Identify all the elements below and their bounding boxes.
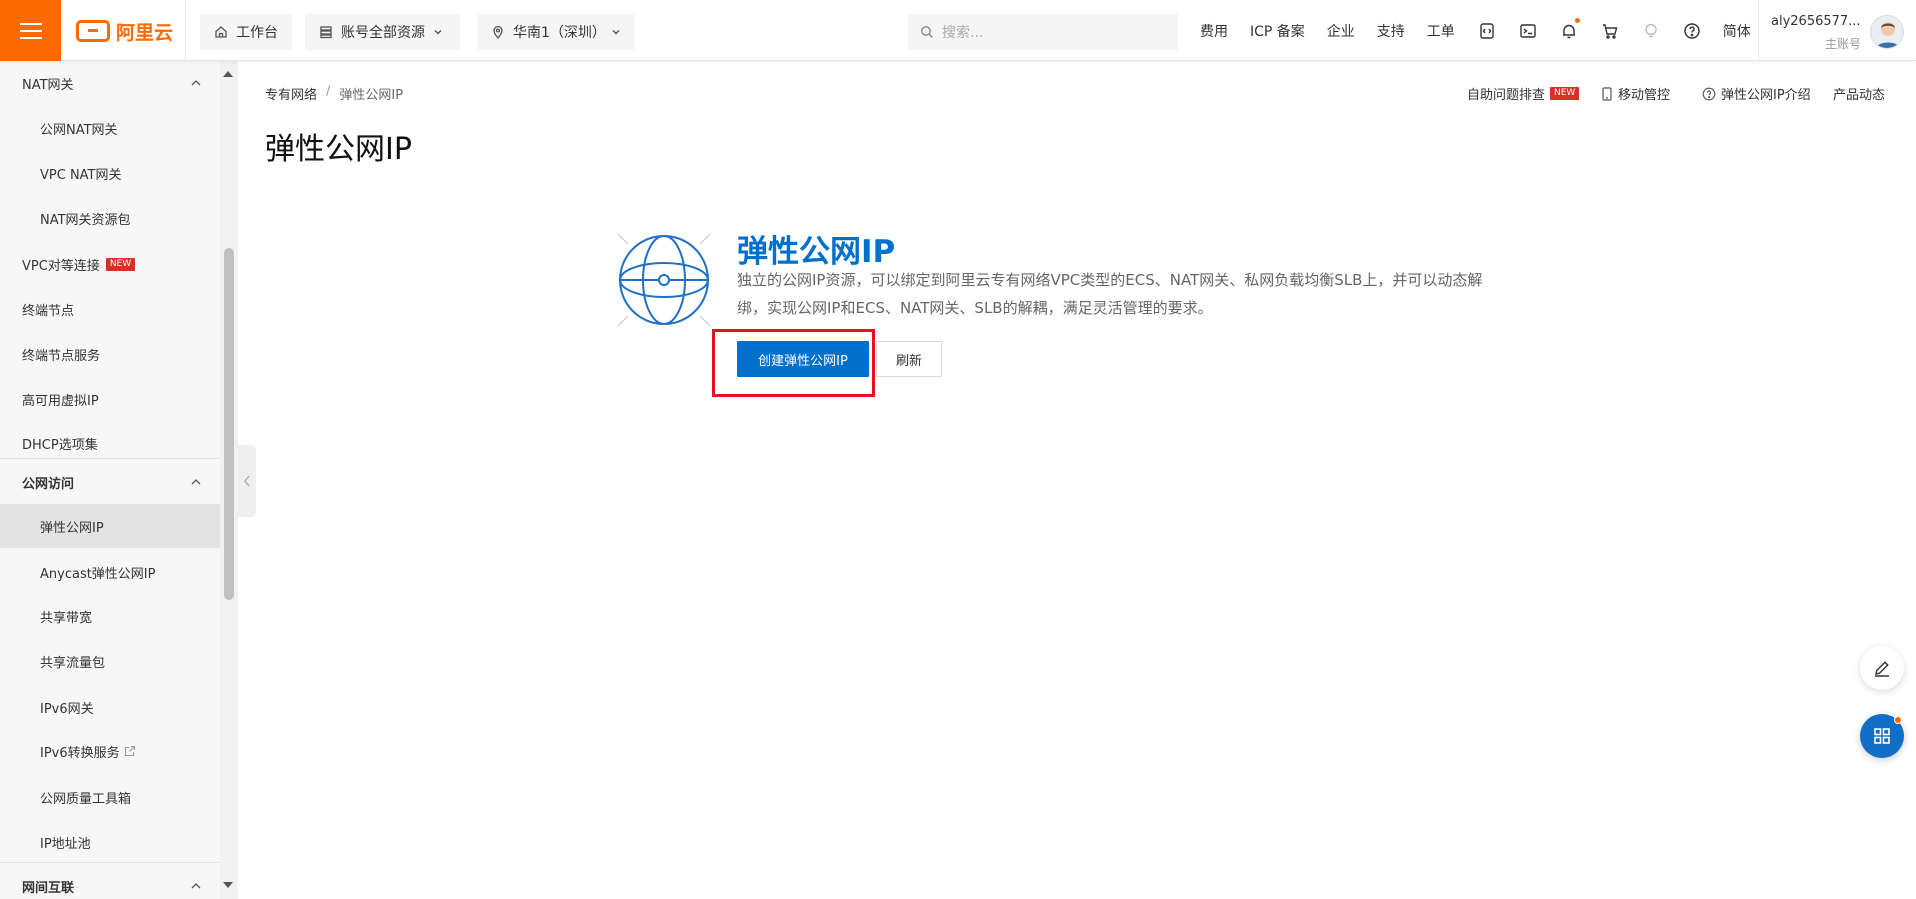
sidebar-item-data-transfer-plan[interactable]: 共享流量包 (0, 639, 220, 683)
eip-intro-link[interactable]: 弹性公网IP介绍 (1702, 84, 1811, 103)
header-nav: 费用 ICP 备案 企业 支持 工单 简体 (1200, 0, 1751, 61)
scroll-down-arrow-icon[interactable] (222, 880, 234, 890)
pencil-icon (1875, 661, 1889, 677)
scroll-up-arrow-icon[interactable] (222, 69, 234, 79)
hero-description: 独立的公网IP资源，可以绑定到阿里云专有网络VPC类型的ECS、NAT网关、私网… (737, 271, 1483, 317)
chevron-left-icon (244, 475, 250, 487)
stack-icon (320, 26, 332, 39)
new-badge: NEW (105, 257, 136, 271)
help-icon[interactable] (1682, 21, 1702, 41)
new-badge: NEW (1550, 87, 1580, 100)
product-news-link[interactable]: 产品动态 (1833, 84, 1885, 103)
page-title: 弹性公网IP (265, 132, 412, 167)
logo-icon (76, 20, 110, 42)
sidebar-scrollbar-thumb[interactable] (224, 248, 234, 600)
sidebar-group-interconnect[interactable]: 网间互联 (0, 864, 220, 899)
workbench-button[interactable]: 工作台 (200, 14, 292, 50)
sidebar-item-vpc-peering[interactable]: VPC对等连接 NEW (0, 242, 220, 286)
breadcrumb-parent[interactable]: 专有网络 (265, 84, 317, 103)
search-input[interactable]: 搜索... (908, 14, 1178, 50)
sidebar-item-endpoint[interactable]: 终端节点 (0, 287, 220, 331)
aliyun-logo[interactable]: 阿里云 (76, 18, 173, 44)
sidebar-group-public-access[interactable]: 公网访问 (0, 460, 220, 504)
chevron-down-icon (434, 30, 442, 35)
breadcrumb-separator: / (326, 84, 331, 99)
sidebar-item-public-nat[interactable]: 公网NAT网关 (0, 106, 220, 150)
nav-link-ticket[interactable]: 工单 (1427, 21, 1455, 41)
sidebar-item-shared-bandwidth[interactable]: 共享带宽 (0, 594, 220, 638)
feedback-button[interactable] (1860, 646, 1904, 690)
cart-icon[interactable] (1600, 21, 1620, 41)
avatar[interactable] (1870, 15, 1904, 49)
external-link-icon (124, 745, 135, 757)
bell-icon[interactable] (1559, 17, 1580, 41)
sidebar-collapse-button[interactable] (238, 445, 256, 517)
terminal-icon[interactable] (1518, 21, 1538, 41)
nav-link-billing[interactable]: 费用 (1200, 21, 1228, 41)
menu-toggle-button[interactable] (0, 0, 61, 61)
search-icon (921, 26, 933, 38)
refresh-button[interactable]: 刷新 (876, 341, 942, 377)
nav-link-icp[interactable]: ICP 备案 (1250, 21, 1305, 41)
region-dropdown[interactable]: 华南1（深圳） (477, 14, 635, 50)
account-name: aly2656577... (1771, 14, 1861, 29)
highlight-annotation (712, 329, 875, 397)
sidebar-item-havip[interactable]: 高可用虚拟IP (0, 377, 220, 421)
nav-link-enterprise[interactable]: 企业 (1327, 21, 1355, 41)
help-circle-icon (1702, 87, 1716, 100)
sidebar-item-vpc-nat[interactable]: VPC NAT网关 (0, 151, 220, 195)
chevron-up-icon (191, 883, 201, 889)
sidebar: NAT网关 公网NAT网关 VPC NAT网关 NAT网关资源包 VPC对等连接… (0, 61, 220, 899)
chevron-down-icon (612, 30, 620, 35)
breadcrumb-current: 弹性公网IP (339, 88, 404, 103)
location-pin-icon (493, 25, 503, 39)
sidebar-item-ip-pool[interactable]: IP地址池 (0, 820, 220, 864)
sidebar-group-nat-gateway[interactable]: NAT网关 (0, 61, 220, 105)
account-role: 主账号 (1825, 37, 1862, 51)
openapi-icon[interactable] (1477, 21, 1497, 41)
notification-dot (1574, 17, 1580, 23)
mobile-control-link[interactable]: 移动管控 (1601, 84, 1670, 103)
sidebar-item-anycast-eip[interactable]: Anycast弹性公网IP (0, 550, 220, 594)
language-switch[interactable]: 简体 (1723, 21, 1751, 41)
breadcrumb: 专有网络 / 弹性公网IP (265, 84, 403, 103)
chevron-up-icon (191, 80, 201, 86)
mobile-icon (1602, 86, 1612, 101)
sidebar-item-ipv6-translation[interactable]: IPv6转换服务 (0, 729, 220, 773)
sidebar-item-endpoint-service[interactable]: 终端节点服务 (0, 332, 220, 376)
sidebar-item-ipv6-gateway[interactable]: IPv6网关 (0, 685, 220, 729)
self-help-link[interactable]: 自助问题排查 NEW (1467, 84, 1580, 103)
apps-button[interactable] (1860, 714, 1904, 758)
hero-title: 弹性公网IP (737, 234, 896, 270)
globe-icon (617, 233, 711, 327)
home-icon (215, 26, 227, 38)
nav-link-support[interactable]: 支持 (1377, 21, 1405, 41)
sidebar-item-eip[interactable]: 弹性公网IP (0, 504, 220, 548)
sidebar-item-quality-toolbox[interactable]: 公网质量工具箱 (0, 775, 220, 819)
lightbulb-icon[interactable] (1641, 21, 1661, 41)
sidebar-item-nat-package[interactable]: NAT网关资源包 (0, 196, 220, 240)
resources-dropdown[interactable]: 账号全部资源 (305, 14, 460, 50)
grid-icon (1874, 728, 1890, 744)
top-bar: 阿里云 工作台 账号全部资源 华南1（深圳） 搜索... 费用 ICP 备案 企… (0, 0, 1916, 61)
chevron-up-icon (191, 479, 201, 485)
notification-dot (1894, 716, 1902, 724)
